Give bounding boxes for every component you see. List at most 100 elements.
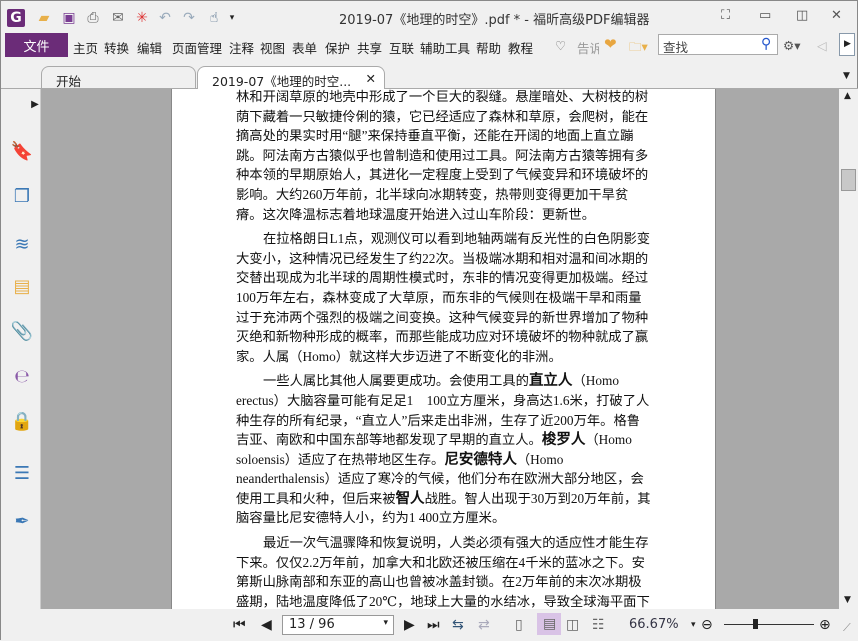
text-line: 家。人属（Homo）就这样大步迈进了不断变化的非洲。	[236, 347, 656, 367]
text-run: 在拉格朗日L1点，观测仪可以看到地轴两端有反光性的白色阴影变	[263, 231, 651, 247]
zoom-dropdown-icon[interactable]: ▾	[691, 620, 696, 630]
scroll-down-icon[interactable]: ▼	[844, 595, 851, 605]
bold-term: 智人	[395, 490, 425, 507]
paragraph: 最近一次气温骤降和恢复说明，人类必须有强大的适应性才能生存 下来。仅仅2.2万年前…	[236, 533, 656, 609]
text-line: erectus）大脑容量可能有足足1 100立方厘米，身高达1.6米，打破了人	[236, 391, 656, 411]
bookmark-icon[interactable]: 🔖	[10, 139, 34, 163]
menu-convert[interactable]: 转换	[104, 38, 129, 57]
attachment-icon[interactable]: 📎	[10, 319, 34, 343]
text-run: 100万年左右，森林变成了大草原，而东非的气候则在极端干旱和雨量	[236, 289, 642, 305]
security-lock-icon[interactable]: 🔒	[10, 409, 34, 433]
next-page-button[interactable]: ▶	[404, 617, 415, 633]
title-bar: G ▰ ▣ ⎙ ✉ ✳ ↶ ↷ ☝ ▾ 2019-07《地理的时空》.pdf *…	[1, 1, 858, 33]
email-icon[interactable]: ✉	[109, 9, 127, 27]
menu-share[interactable]: 共享	[357, 38, 382, 57]
paragraph: 林和开阔草原的地壳中形成了一个巨大的裂缝。悬崖暗处、大树枝的树 荫下藏着一只敏捷伶…	[236, 89, 656, 224]
layers-icon[interactable]: ≋	[10, 232, 34, 256]
lightbulb-icon: ♡	[555, 38, 567, 53]
first-page-button[interactable]: ⏮	[233, 617, 246, 633]
customize-dropdown-icon[interactable]: ▾	[223, 9, 241, 27]
text-line: soloensis）适应了在热带地区生存。尼安德特人（Homo	[236, 450, 656, 470]
menu-page-management[interactable]: 页面管理	[172, 38, 222, 57]
text-line: 在拉格朗日L1点，观测仪可以看到地轴两端有反光性的白色阴影变	[236, 229, 656, 249]
text-run: 过于充沛两个强烈的极端之间变换。这种气候变异的新世界增加了物种	[236, 309, 649, 325]
zoom-slider[interactable]	[724, 624, 814, 625]
menu-tutorial[interactable]: 教程	[508, 38, 533, 57]
text-line: 过于充沛两个强烈的极端之间变换。这种气候变异的新世界增加了物种	[236, 308, 656, 328]
zoom-in-icon[interactable]: ⊕	[819, 617, 831, 633]
save-icon[interactable]: ▣	[60, 9, 78, 27]
text-line: 吉亚、南欧和中国东部等地都发现了早期的直立人。梭罗人（Homo	[236, 430, 656, 450]
tab-label: 2019-07《地理的时空...	[212, 74, 352, 89]
text-run: 一些人属比其他人属要更成功。会使用工具的	[263, 373, 529, 389]
form-fields-icon[interactable]: ☰	[10, 461, 34, 485]
text-line: 跳。阿法南方古猿似乎也曾制造和使用过工具。阿法南方古猿等拥有多	[236, 146, 656, 166]
menu-connect[interactable]: 互联	[389, 38, 414, 57]
new-document-icon[interactable]: ✳	[133, 9, 151, 27]
previous-page-button[interactable]: ◀	[261, 617, 272, 633]
search-icon[interactable]: ⚲	[761, 36, 771, 52]
text-run: 盛期，陆地温度降低了20℃，地球上大量的水结冰，导致全球海平面下	[236, 593, 650, 609]
menu-view[interactable]: 视图	[260, 38, 285, 57]
tell-me-input[interactable]: 告诉	[577, 38, 599, 57]
text-run: 瘠。这次降温标志着地球温度开始进入过山车阶段：更新世。	[236, 206, 596, 222]
menu-protect[interactable]: 保护	[325, 38, 350, 57]
zoom-level[interactable]: 66.67%	[629, 617, 679, 632]
close-button[interactable]: ✕	[831, 8, 842, 23]
scroll-right-button[interactable]: ▶	[839, 33, 855, 56]
next-view-icon[interactable]: ⇄	[478, 617, 490, 633]
comments-icon[interactable]: ▤	[10, 274, 34, 298]
search-input[interactable]: 查找	[658, 34, 778, 55]
zoom-out-icon[interactable]: ⊖	[701, 617, 713, 633]
menu-accessibility[interactable]: 辅助工具	[420, 38, 470, 57]
text-run: （Homo	[516, 451, 564, 467]
text-run: soloensis）适应了在热带地区生存。	[236, 451, 445, 467]
page-thumbnails-icon[interactable]: ❐	[10, 184, 34, 208]
document-viewer[interactable]: 林和开阔草原的地壳中形成了一个巨大的裂缝。悬崖暗处、大树枝的树 荫下藏着一只敏捷伶…	[41, 89, 839, 609]
heart-icon[interactable]: ❤	[604, 35, 617, 53]
menu-comment[interactable]: 注释	[229, 38, 254, 57]
open-folder-icon[interactable]: ▰	[35, 9, 53, 27]
continuous-facing-view-icon[interactable]: ☷	[592, 617, 605, 633]
close-tab-icon[interactable]: ✕	[366, 71, 376, 86]
menu-edit[interactable]: 编辑	[137, 38, 162, 57]
vertical-scrollbar[interactable]: ▲ ▼	[839, 89, 858, 609]
continuous-view-icon[interactable]: ▤	[537, 613, 561, 635]
text-run: 使用工具和火种，但后来被	[236, 490, 396, 506]
zoom-slider-handle[interactable]	[753, 619, 758, 629]
text-run: erectus）大脑容量可能有足足1 100立方厘米，身高达1.6米，打破了人	[236, 392, 650, 408]
search-folder-icon[interactable]: 🗀▾	[629, 38, 648, 59]
certify-pen-icon[interactable]: ✒	[10, 509, 34, 533]
single-page-view-icon[interactable]: ▯	[515, 617, 523, 633]
scrollbar-thumb[interactable]	[841, 169, 856, 191]
hand-tool-icon[interactable]: ☝	[205, 9, 223, 27]
status-bar: ⏮ ◀ 13 / 96 ▾ ▶ ⏭ ⇆ ⇄ ▯ ▤ ◫ ☷ 66.67% ▾ ⊖ …	[1, 609, 858, 641]
minimize-button[interactable]: ▭	[759, 8, 771, 23]
file-menu-button[interactable]: 文件	[5, 33, 68, 57]
last-page-button[interactable]: ⏭	[427, 617, 440, 633]
text-run: （Homo	[585, 432, 632, 448]
previous-view-icon[interactable]: ⇆	[452, 617, 464, 633]
bold-term: 梭罗人	[541, 432, 586, 449]
bold-term: 尼安德特人	[444, 451, 517, 468]
page-text: 林和开阔草原的地壳中形成了一个巨大的裂缝。悬崖暗处、大树枝的树 荫下藏着一只敏捷伶…	[236, 89, 656, 609]
tab-start[interactable]: 开始	[41, 66, 196, 90]
print-icon[interactable]: ⎙	[84, 9, 102, 27]
maximize-button[interactable]: ◫	[796, 8, 808, 23]
menu-form[interactable]: 表单	[292, 38, 317, 57]
menu-home[interactable]: 主页	[73, 38, 98, 57]
fullscreen-icon[interactable]: ⛶	[721, 8, 730, 23]
facing-view-icon[interactable]: ◫	[566, 617, 579, 633]
settings-gear-icon[interactable]: ⚙▾	[783, 38, 800, 53]
redo-icon[interactable]: ↷	[180, 9, 198, 27]
page-dropdown-icon[interactable]: ▾	[383, 618, 388, 628]
resize-grip-icon[interactable]: ⟋	[843, 621, 851, 635]
signature-icon[interactable]: ℮	[10, 364, 34, 388]
scroll-left-icon[interactable]: ◁	[817, 38, 827, 53]
undo-icon[interactable]: ↶	[156, 9, 174, 27]
text-line: 大变小，这种情况已经发生了约22次。当极端冰期和相对温和间冰期的	[236, 249, 656, 269]
scroll-up-icon[interactable]: ▲	[844, 91, 851, 101]
menu-help[interactable]: 帮助	[476, 38, 501, 57]
text-run: 脑容量比尼安德特人小，约为1 400立方厘米。	[236, 510, 506, 526]
page-number-input[interactable]: 13 / 96 ▾	[282, 615, 394, 635]
